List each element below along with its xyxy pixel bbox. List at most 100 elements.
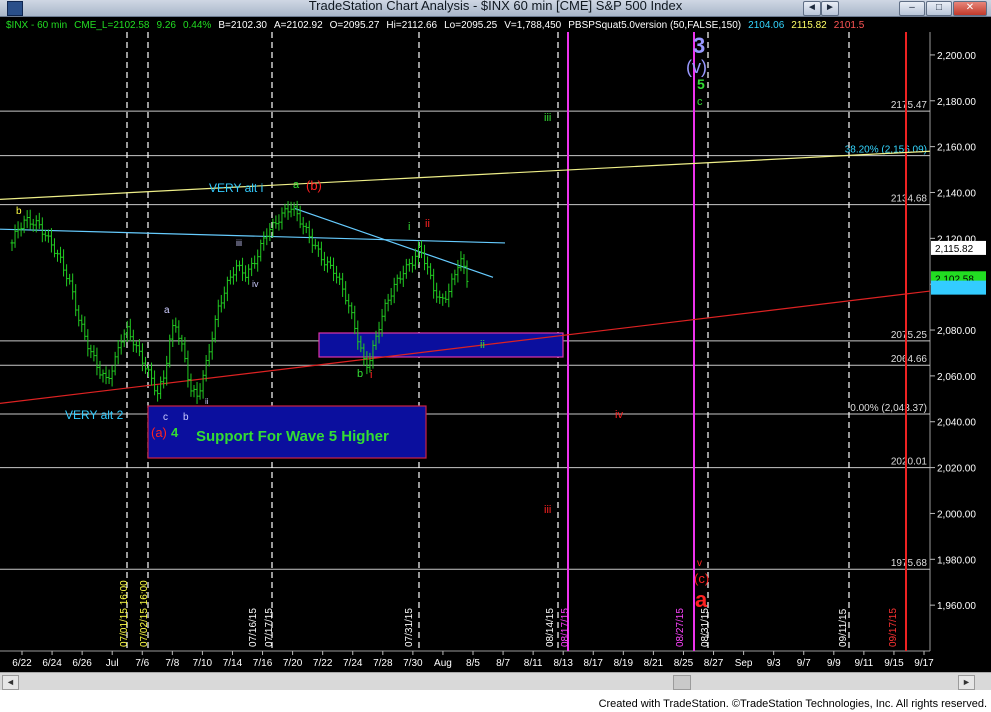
x-tick-label: 9/7 xyxy=(797,658,811,669)
scroll-right-button[interactable]: ► xyxy=(958,675,975,690)
price-badge xyxy=(931,280,986,295)
maximize-button[interactable]: □ xyxy=(926,1,952,16)
y-tick-label: 2,040.00 xyxy=(937,418,976,429)
price-chart[interactable]: $INX - 60 min CME_L=2102.58 9.26 0.44% B=210… xyxy=(0,17,991,672)
title-bar: TradeStation Chart Analysis - $INX 60 mi… xyxy=(0,0,991,17)
vertical-date-label: 08/17/15 xyxy=(560,608,571,647)
x-tick-label: Sep xyxy=(735,658,753,669)
x-tick-label: 8/27 xyxy=(704,658,724,669)
annotation-big-a: a xyxy=(695,587,708,612)
y-tick-label: 2,200.00 xyxy=(937,51,976,62)
x-tick-label: 7/8 xyxy=(165,658,179,669)
x-tick-label: 8/11 xyxy=(524,658,543,669)
level-label: 2020.01 xyxy=(891,457,928,468)
y-tick-label: 2,000.00 xyxy=(937,509,976,520)
level-label: 1975.68 xyxy=(891,558,928,569)
vertical-date-label: 08/14/15 xyxy=(545,608,556,647)
status-segment: $INX - 60 min xyxy=(6,20,67,31)
vertical-date-label: 09/11/15 xyxy=(838,608,849,647)
status-segment: Lo=2095.25 xyxy=(444,20,498,31)
annotation-very-alt-i: VERY alt i xyxy=(209,181,263,195)
status-segment: 0.44% xyxy=(183,20,211,31)
vertical-date-label: 08/27/15 xyxy=(675,608,686,647)
y-tick-label: 2,020.00 xyxy=(937,464,976,475)
annotation-b-paren: (b) xyxy=(306,178,322,193)
x-tick-label: 6/24 xyxy=(42,658,62,669)
footer: Created with TradeStation. ©TradeStation… xyxy=(0,690,991,712)
x-tick-label: Aug xyxy=(434,658,452,669)
status-bar-text: $INX - 60 min CME_L=2102.58 9.26 0.44% B=210… xyxy=(6,20,865,31)
vertical-date-labels: 07/01/15 16:00 07/02/15 16:00 07/16/15 07/1… xyxy=(119,580,899,647)
x-tick-label: 8/7 xyxy=(496,658,510,669)
annotation-iii-small: iii xyxy=(236,238,242,248)
scroll-thumb[interactable] xyxy=(673,675,691,690)
x-tick-label: 9/17 xyxy=(914,658,934,669)
annotation-iv-red: iv xyxy=(615,409,623,421)
status-segment: 2115.82 xyxy=(791,20,827,31)
level-label: 2064.66 xyxy=(891,354,928,365)
status-segment: V=1,788,450 xyxy=(504,20,561,31)
x-tick-label: 7/6 xyxy=(135,658,149,669)
close-button[interactable]: ✕ xyxy=(953,1,987,16)
vertical-date-label: 09/17/15 xyxy=(888,608,899,647)
status-segment: B=2102.30 xyxy=(218,20,267,31)
level-label: 0.00% (2,043.37) xyxy=(850,403,927,414)
y-tick-label: 2,140.00 xyxy=(937,188,976,199)
vertical-date-label: 07/16/15 xyxy=(248,608,259,647)
vertical-date-label: 07/02/15 16:00 xyxy=(139,580,150,647)
price-badge-label: 2,115.82 xyxy=(935,244,974,255)
yellow-trendline xyxy=(0,150,931,200)
level-label: 2134.68 xyxy=(891,194,928,205)
x-tick-label: 9/9 xyxy=(827,658,841,669)
annotation-big-3: 3 xyxy=(693,33,705,58)
x-tick-label: 7/28 xyxy=(373,658,393,669)
y-tick-label: 2,080.00 xyxy=(937,326,976,337)
minimize-button[interactable]: – xyxy=(899,1,925,16)
status-segment: 2101.5 xyxy=(834,20,865,31)
y-tick-label: 2,060.00 xyxy=(937,372,976,383)
x-tick-label: 7/16 xyxy=(253,658,273,669)
annotation-i-green: i xyxy=(408,221,410,233)
x-tick-label: 8/13 xyxy=(553,658,573,669)
annotation-b-green: b xyxy=(357,368,363,380)
level-label: 2175.47 xyxy=(891,100,928,111)
annotation-c-small: c xyxy=(163,412,168,423)
x-tick-label: 7/20 xyxy=(283,658,303,669)
annotation-ii-small: ii xyxy=(205,397,209,406)
annotation-very-alt-2: VERY alt 2 xyxy=(65,408,124,422)
x-tick-label: 7/10 xyxy=(193,658,213,669)
annotation-b-small: b xyxy=(183,412,189,423)
annotation-ii-green: ii xyxy=(480,339,485,351)
x-tick-label: 8/21 xyxy=(644,658,664,669)
annotation-i-red: i xyxy=(370,369,372,381)
scroll-left-button[interactable]: ◄ xyxy=(2,675,19,690)
status-segment: PBSPSquat5.0version (50,FALSE,150) xyxy=(568,20,741,31)
y-tick-label: 2,180.00 xyxy=(937,97,976,108)
annotation-support: Support For Wave 5 Higher xyxy=(196,428,389,445)
upper-support-box xyxy=(318,332,564,358)
back-button[interactable]: ◄ xyxy=(803,1,821,16)
status-segment: A=2102.92 xyxy=(274,20,323,31)
status-segment: CME_L=2102.58 xyxy=(74,20,150,31)
x-tick-label: 8/5 xyxy=(466,658,480,669)
copyright-text: Created with TradeStation. ©TradeStation… xyxy=(598,698,987,710)
annotation-c-paren: (c) xyxy=(694,571,709,586)
forward-button[interactable]: ► xyxy=(821,1,839,16)
annotation-a-small: a xyxy=(164,305,170,316)
annotation-c-green: c xyxy=(697,96,703,108)
y-axis: 1,960.00 1,980.00 2,000.00 2,020.00 2,040.00… xyxy=(930,51,976,612)
price-badges: 2,115.822,102.58 xyxy=(931,240,986,295)
x-tick-label: 9/15 xyxy=(884,658,904,669)
horizontal-scrollbar[interactable]: ◄ ► xyxy=(0,672,991,690)
y-tick-label: 2,160.00 xyxy=(937,143,976,154)
annotation-a-green: a xyxy=(293,179,300,191)
x-tick-label: 6/22 xyxy=(12,658,32,669)
window-title: TradeStation Chart Analysis - $INX 60 mi… xyxy=(308,0,683,13)
status-segment: 2104.06 xyxy=(748,20,785,31)
vertical-date-label: 08/31/15 xyxy=(700,608,711,647)
vertical-date-label: 07/31/15 xyxy=(404,608,415,647)
annotation-b-yellow: b xyxy=(16,206,22,217)
annotation-ii-red: ii xyxy=(425,218,430,230)
annotation-iii-red: iii xyxy=(544,504,551,516)
x-tick-label: 8/17 xyxy=(584,658,604,669)
